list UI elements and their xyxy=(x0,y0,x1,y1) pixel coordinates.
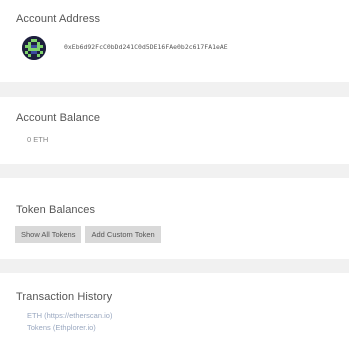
token-balances-card: Token Balances Show All Tokens Add Custo… xyxy=(0,178,349,259)
transaction-history-title: Transaction History xyxy=(16,291,113,303)
add-custom-token-button[interactable]: Add Custom Token xyxy=(85,226,161,243)
show-all-tokens-button[interactable]: Show All Tokens xyxy=(15,226,82,243)
account-address-card: Account Address 0xEb6d92FcC0bDd241C0d5DE… xyxy=(0,0,349,82)
account-balance-card: Account Balance 0 ETH xyxy=(0,97,349,164)
account-balance-value: 0 ETH xyxy=(27,135,49,144)
etherscan-link[interactable]: ETH (https://etherscan.io) xyxy=(27,311,112,320)
account-address-title: Account Address xyxy=(16,13,101,25)
transaction-history-card: Transaction History ETH (https://ethersc… xyxy=(0,273,349,349)
identicon-avatar-icon xyxy=(22,36,46,60)
token-button-row: Show All Tokens Add Custom Token xyxy=(15,226,161,243)
account-page: Account Address 0xEb6d92FcC0bDd241C0d5DE… xyxy=(0,0,349,349)
account-balance-title: Account Balance xyxy=(16,112,101,124)
account-address-value[interactable]: 0xEb6d92FcC0bDd241C0d5DE16FAe0b2c617FA1e… xyxy=(64,43,228,51)
token-balances-title: Token Balances xyxy=(16,204,96,216)
ethplorer-link[interactable]: Tokens (Ethplorer.io) xyxy=(27,323,96,332)
